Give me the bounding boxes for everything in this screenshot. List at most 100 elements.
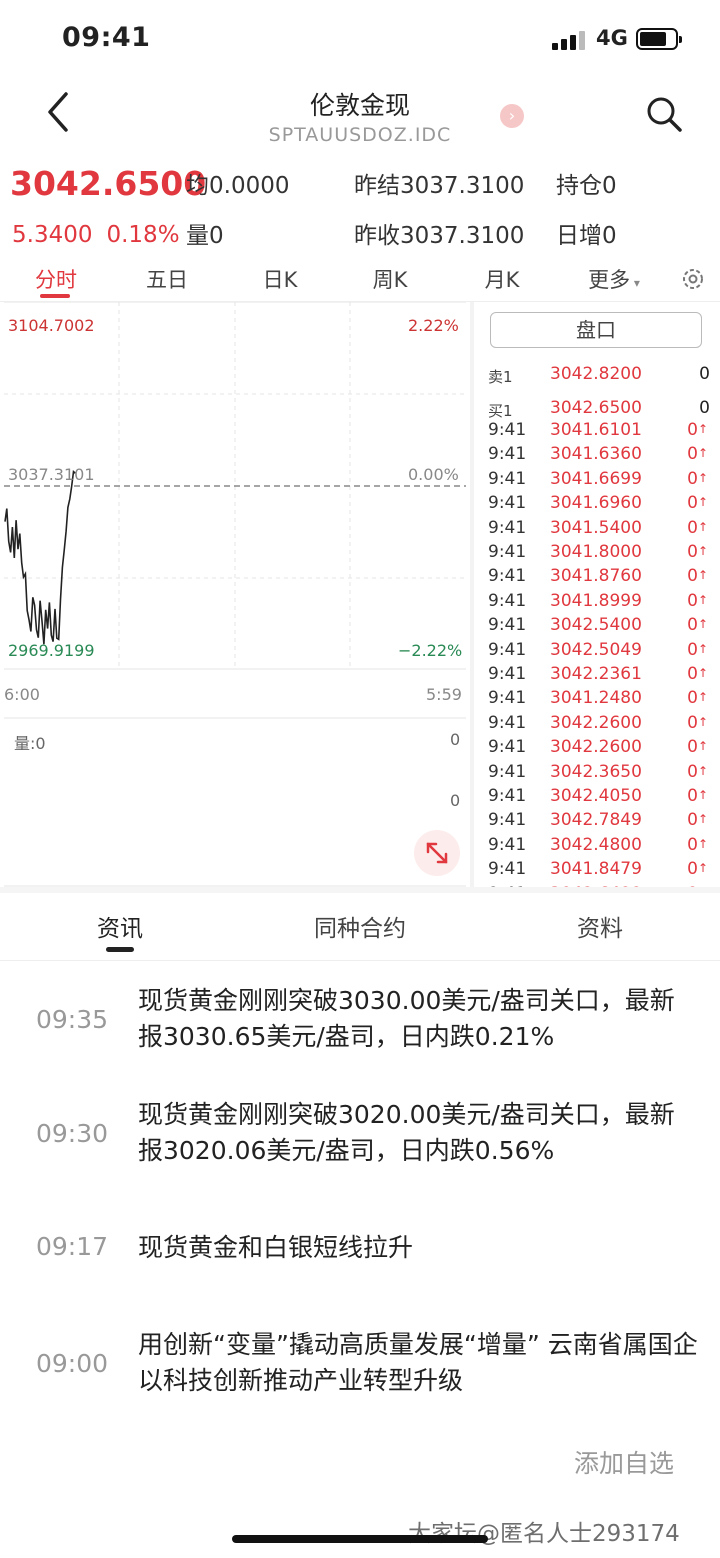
news-headline: 现货黄金刚刚突破3020.00美元/盎司关口，最新报3020.06美元/盎司，日… [138,1100,675,1165]
home-indicator[interactable] [232,1535,488,1543]
volume-label: 量:0 [14,734,46,753]
news-item[interactable]: 09:17 现货黄金和白银短线拉升 [0,1230,720,1270]
tab-daily-k[interactable]: 日K [240,264,320,294]
avg-price: 均0.0000 [186,173,290,199]
expand-icon [426,842,448,864]
pct-high-label: 2.22% [408,316,459,335]
change-percent: 0.18% [106,222,180,248]
tick-row: 9:41 3041.8999 0 ↑ [488,591,720,615]
ask-price: 3042.8200 [550,364,642,384]
tick-row: 9:41 3042.4050 0 ↑ [488,786,720,810]
tick-time: 9:41 [488,664,527,684]
next-instrument-icon[interactable]: › [500,104,524,128]
tick-time: 9:41 [488,761,527,782]
tick-row: 9:41 3042.4800 0 ↑ [488,835,720,859]
tab-weekly-k[interactable]: 周K [350,264,430,294]
tick-price: 3041.8999 [550,590,642,611]
gear-icon[interactable] [680,266,706,292]
caret-down-icon: ▾ [630,276,640,290]
tick-time: 9:41 [488,639,527,660]
quote-header: 3042.6500 5.3400 0.18% 均0.0000 量0 昨结3037.… [0,158,720,258]
tick-price: 3041.8479 [550,859,642,880]
tick-price: 3041.2480 [550,688,642,709]
up-arrow-icon: ↑ [697,446,708,461]
tick-row: 9:41 3042.7849 0 ↑ [488,810,720,834]
news-item[interactable]: 09:30 现货黄金刚刚突破3020.00美元/盎司关口，最新报3020.06美… [0,1097,720,1177]
tick-volume: 0 [687,859,698,880]
tick-time: 9:41 [488,786,527,806]
tab-same-contract[interactable]: 同种合约 [240,909,480,943]
news-headline: 用创新“变量”撬动高质量发展“增量” 云南省属国企以科技创新推动产业转型升级 [138,1330,698,1395]
up-arrow-icon: ↑ [697,788,708,802]
chart-grid [4,302,466,887]
order-book-panel: 盘口 卖1 3042.8200 0 买1 3042.6500 0 9:41 304… [474,302,720,887]
tick-row: 9:41 3041.5400 0 ↑ [488,518,720,542]
tick-time: 9:41 [488,737,527,758]
tab-news[interactable]: 资讯 [0,909,240,943]
tick-price: 3041.8000 [550,542,642,562]
tick-volume: 0 [687,420,698,440]
tick-price: 3041.6699 [550,468,642,489]
tab-monthly-k[interactable]: 月K [462,264,542,294]
news-time: 09:30 [36,1119,109,1148]
tick-row: 9:41 3041.8000 0 ↑ [488,542,720,566]
news-time: 09:00 [36,1349,109,1378]
tick-row: 9:41 3042.2600 0 ↑ [488,713,720,737]
up-arrow-icon: ↑ [697,836,708,851]
bid-price: 3042.6500 [550,398,642,418]
bid-volume: 0 [699,398,710,418]
ask-label: 卖1 [488,368,513,386]
tick-price: 3041.6101 [550,420,642,440]
tick-volume: 0 [687,517,698,538]
last-price: 3042.6500 [10,164,207,203]
pct-mid-label: 0.00% [408,465,459,484]
up-arrow-icon: ↑ [697,861,708,876]
news-headline: 现货黄金刚刚突破3030.00美元/盎司关口，最新报3030.65美元/盎司，日… [138,986,675,1051]
search-icon[interactable] [644,94,684,134]
tab-profile[interactable]: 资料 [480,909,720,943]
instrument-code: SPTAUUSDOZ.IDC [268,124,452,146]
tick-volume: 0 [687,834,698,855]
up-arrow-icon: ↑ [697,568,708,583]
tick-volume: 0 [687,761,698,782]
tab-more[interactable]: 更多 ▾ [574,264,654,294]
tick-price: 3042.4800 [550,834,642,855]
tick-price: 3042.4050 [550,786,642,806]
x-axis-start-label: 6:00 [4,685,40,704]
expand-fullscreen-button[interactable] [414,830,460,876]
tick-row: 9:41 3041.6960 0 ↑ [488,493,720,517]
tick-price: 3042.2600 [550,737,642,758]
up-arrow-icon: ↑ [697,617,708,632]
tick-time: 9:41 [488,542,527,562]
intraday-chart[interactable]: 3104.7002 2.22% 3037.3101 0.00% 2969.919… [0,302,470,887]
tick-row: 9:41 3041.8479 0 ↑ [488,859,720,883]
ask-volume: 0 [699,364,710,384]
up-arrow-icon: ↑ [697,714,708,729]
tick-time: 9:41 [488,468,527,489]
tick-volume: 0 [687,712,698,733]
add-to-watchlist-button[interactable]: 添加自选 [574,1444,674,1480]
tick-row: 9:41 3042.5400 0 ↑ [488,615,720,639]
news-item[interactable]: 09:35 现货黄金刚刚突破3030.00美元/盎司关口，最新报3030.65美… [0,983,720,1063]
tick-time: 9:41 [488,615,527,636]
tab-five-day[interactable]: 五日 [127,264,207,294]
up-arrow-icon: ↑ [697,495,708,510]
volume-axis-bottom: 0 [450,791,461,810]
bid-label: 买1 [488,402,513,420]
tick-time: 9:41 [488,493,527,514]
news-tabs: 资讯 同种合约 资料 [0,893,720,961]
volume: 量0 [186,223,224,249]
tick-row: 9:41 3041.6699 0 ↑ [488,469,720,493]
tick-price: 3042.5049 [550,639,642,660]
price-change: 5.3400 0.18% [12,222,194,248]
tick-time: 9:41 [488,420,527,440]
tick-row: 9:41 3041.8760 0 ↑ [488,566,720,590]
tick-price: 3042.7849 [550,810,642,831]
tick-volume: 0 [687,810,698,831]
tick-time: 9:41 [488,712,527,733]
news-item[interactable]: 09:00 用创新“变量”撬动高质量发展“增量” 云南省属国企以科技创新推动产业… [0,1327,720,1407]
nav-bar: 伦敦金现 SPTAUUSDOZ.IDC › [0,80,720,155]
tick-price: 3042.3650 [550,761,642,782]
tab-intraday[interactable]: 分时 [16,264,96,294]
order-book-button[interactable]: 盘口 [490,312,702,348]
